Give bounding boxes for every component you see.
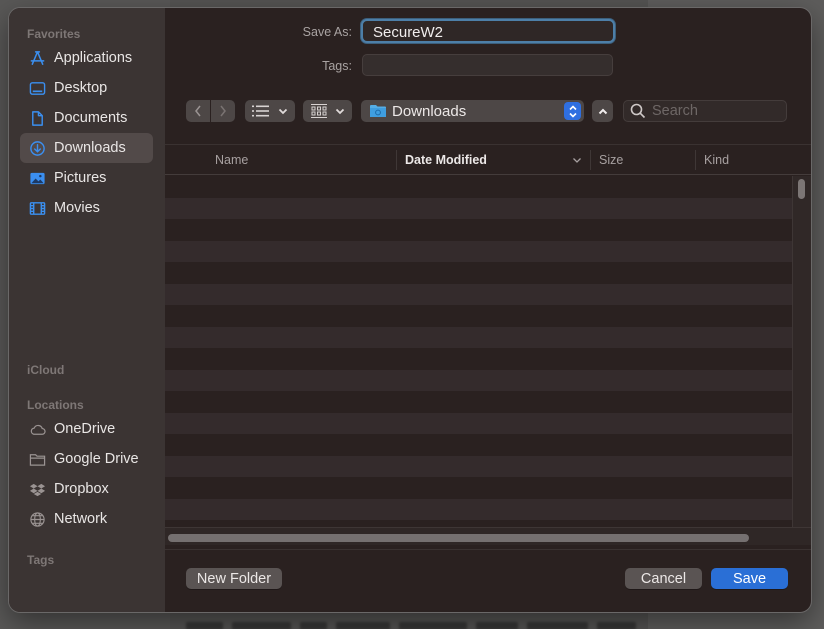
chevron-up-icon — [598, 108, 607, 114]
empty-list-row — [165, 305, 792, 327]
empty-list-row — [165, 283, 792, 305]
column-header-kind[interactable]: Kind — [704, 153, 729, 167]
vertical-scrollbar-thumb[interactable] — [798, 179, 805, 199]
sidebar-item-google-drive[interactable]: Google Drive — [20, 444, 153, 474]
empty-list-row — [165, 262, 792, 284]
sidebar-item-network[interactable]: Network — [20, 504, 153, 534]
sidebar-item-label: Pictures — [54, 170, 107, 186]
footer-divider — [165, 549, 811, 550]
empty-list-row — [165, 434, 792, 456]
movies-icon — [28, 199, 46, 217]
column-divider[interactable] — [590, 150, 591, 170]
applications-icon — [28, 49, 46, 67]
backdrop-obscured-text — [186, 622, 636, 629]
document-icon — [28, 109, 46, 127]
list-view-icon — [252, 105, 269, 117]
globe-icon — [28, 510, 46, 528]
empty-list-row — [165, 477, 792, 499]
pictures-icon — [28, 169, 46, 187]
view-mode-list-button[interactable] — [245, 100, 295, 122]
vertical-scrollbar-track[interactable] — [793, 176, 811, 528]
sidebar-item-applications[interactable]: Applications — [20, 43, 153, 73]
sidebar-item-downloads[interactable]: Downloads — [20, 133, 153, 163]
save-button[interactable]: Save — [711, 568, 788, 589]
view-mode-gallery-button[interactable] — [303, 100, 352, 122]
location-stepper[interactable] — [564, 102, 581, 120]
cancel-button[interactable]: Cancel — [625, 568, 702, 589]
location-label: Downloads — [392, 102, 467, 120]
location-popup[interactable]: Downloads — [361, 100, 584, 122]
sidebar-item-label: Desktop — [54, 80, 108, 96]
save-as-input[interactable] — [361, 19, 615, 43]
empty-list-row — [165, 455, 792, 477]
cloud-icon — [28, 420, 46, 438]
sidebar-item-label: Downloads — [54, 140, 126, 156]
sidebar-item-label: Dropbox — [54, 481, 109, 497]
sidebar-item-onedrive[interactable]: OneDrive — [20, 414, 153, 444]
column-header-date-modified[interactable]: Date Modified — [405, 153, 487, 167]
tags-input[interactable] — [362, 54, 613, 76]
folder-icon — [28, 450, 46, 468]
tags-label: Tags: — [322, 59, 352, 73]
sidebar-item-label: Applications — [54, 50, 133, 66]
sidebar-item-label: OneDrive — [54, 421, 116, 437]
empty-list-row — [165, 348, 792, 370]
sidebar: Favorites Applications Desktop Documents… — [9, 8, 165, 612]
search-icon — [630, 103, 646, 119]
file-list: Name Date Modified Size Kind — [165, 144, 811, 539]
column-header-name[interactable]: Name — [215, 153, 248, 167]
chevron-down-icon — [335, 108, 344, 114]
sidebar-item-label: Documents — [54, 110, 128, 126]
up-down-chevron-icon — [568, 104, 577, 118]
horizontal-scrollbar-thumb[interactable] — [168, 534, 749, 542]
sidebar-item-dropbox[interactable]: Dropbox — [20, 474, 153, 504]
desktop-icon — [28, 79, 46, 97]
dropbox-icon — [28, 480, 46, 498]
save-as-label: Save As: — [302, 25, 352, 39]
downloads-icon — [28, 139, 46, 157]
search-field[interactable] — [623, 100, 787, 122]
empty-list-row — [165, 498, 792, 520]
sidebar-section-tags[interactable]: Tags — [27, 553, 54, 567]
empty-list-row — [165, 391, 792, 413]
column-divider[interactable] — [396, 150, 397, 170]
sidebar-section-favorites: Favorites — [27, 27, 81, 41]
sidebar-item-desktop[interactable]: Desktop — [20, 73, 153, 103]
chevron-down-icon — [278, 108, 288, 114]
sidebar-item-pictures[interactable]: Pictures — [20, 163, 153, 193]
back-button[interactable] — [186, 100, 210, 122]
empty-list-row — [165, 219, 792, 241]
sidebar-item-movies[interactable]: Movies — [20, 193, 153, 223]
empty-list-row — [165, 176, 792, 198]
list-header: Name Date Modified Size Kind — [165, 145, 811, 175]
empty-list-row — [165, 326, 792, 348]
file-rows[interactable] — [165, 176, 793, 528]
empty-list-row — [165, 412, 792, 434]
empty-list-row — [165, 197, 792, 219]
empty-list-row — [165, 240, 792, 262]
sidebar-item-label: Network — [54, 511, 108, 527]
sidebar-item-label: Movies — [54, 200, 100, 216]
chevron-right-icon — [220, 105, 226, 117]
new-folder-button[interactable]: New Folder — [186, 568, 282, 589]
sidebar-item-label: Google Drive — [54, 451, 139, 467]
sort-chevron-down-icon — [573, 158, 581, 163]
downloads-folder-icon — [370, 105, 386, 117]
collapse-button[interactable] — [592, 100, 613, 122]
save-dialog: Favorites Applications Desktop Documents… — [9, 8, 811, 612]
main-pane: Save As: Tags: Downloads — [165, 8, 811, 612]
forward-button[interactable] — [211, 100, 235, 122]
column-divider[interactable] — [695, 150, 696, 170]
search-input[interactable] — [652, 103, 782, 119]
empty-list-row — [165, 369, 792, 391]
column-header-size[interactable]: Size — [599, 153, 623, 167]
chevron-left-icon — [195, 105, 201, 117]
sidebar-section-icloud[interactable]: iCloud — [27, 363, 64, 377]
sidebar-section-locations: Locations — [27, 398, 84, 412]
icon-view-icon — [310, 104, 327, 118]
sidebar-item-documents[interactable]: Documents — [20, 103, 153, 133]
